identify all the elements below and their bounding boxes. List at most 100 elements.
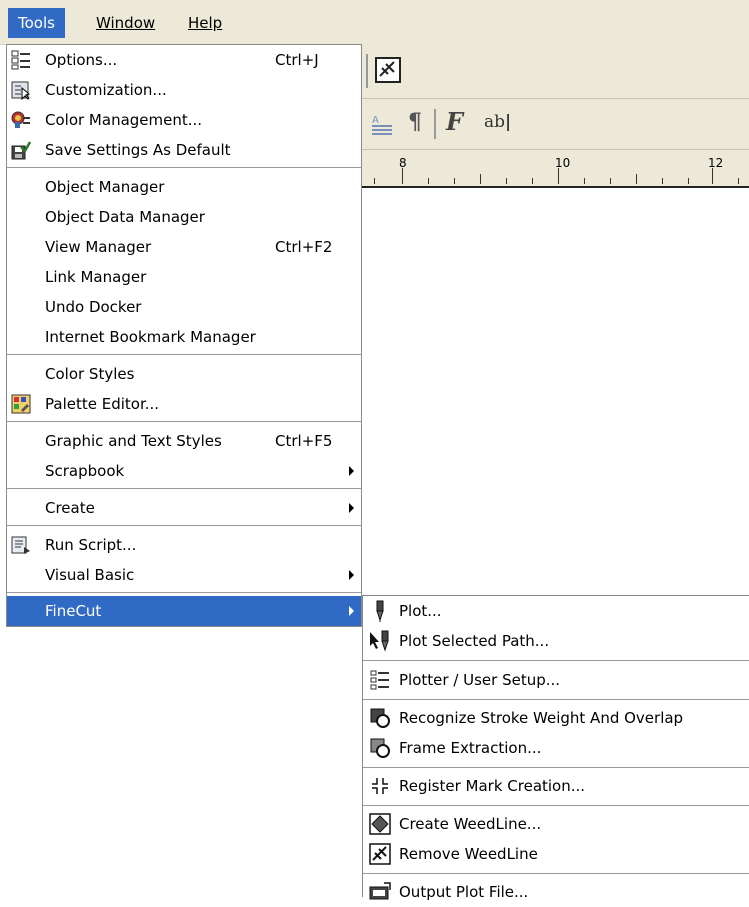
menu-item-create[interactable]: Create <box>7 493 361 523</box>
menu-item-link-manager[interactable]: Link Manager <box>7 262 361 292</box>
menu-item-label: Visual Basic <box>45 566 135 584</box>
submenu-item-remove-weedline[interactable]: Remove WeedLine <box>363 839 749 869</box>
submenu-item-plotter-setup[interactable]: Plotter / User Setup... <box>363 665 749 695</box>
menu-item-undo-docker[interactable]: Undo Docker <box>7 292 361 322</box>
toolbar-top <box>362 44 749 99</box>
menu-item-label: Link Manager <box>45 268 147 286</box>
menu-item-label: Options... <box>45 51 118 69</box>
submenu-item-label: Plotter / User Setup... <box>399 671 561 689</box>
tools-menu: Options... Ctrl+J Customization... Color… <box>6 44 362 627</box>
frame-extraction-icon <box>370 738 390 758</box>
submenu-item-label: Plot... <box>399 602 442 620</box>
menu-item-object-manager[interactable]: Object Manager <box>7 172 361 202</box>
menu-item-label: Create <box>45 499 95 517</box>
menu-item-color-management[interactable]: Color Management... <box>7 105 361 135</box>
paragraph-icon[interactable]: ¶ <box>408 109 422 135</box>
submenu-item-label: Frame Extraction... <box>399 739 542 757</box>
menu-help[interactable]: Help <box>178 8 232 38</box>
recognize-stroke-icon <box>370 708 390 728</box>
submenu-item-recognize-stroke[interactable]: Recognize Stroke Weight And Overlap <box>363 703 749 733</box>
menu-item-label: Object Data Manager <box>45 208 205 226</box>
text-style-icon[interactable]: ab| <box>484 112 511 132</box>
menu-item-options[interactable]: Options... Ctrl+J <box>7 45 361 75</box>
toolbar-text: A ¶ F ab| <box>362 99 749 150</box>
menu-separator <box>363 805 749 806</box>
font-icon[interactable]: F <box>446 107 463 136</box>
submenu-arrow-icon <box>349 570 354 580</box>
menu-separator <box>7 354 361 355</box>
menu-item-finecut[interactable]: FineCut <box>7 596 361 626</box>
menu-separator <box>363 699 749 700</box>
align-text-icon[interactable]: A <box>370 113 394 135</box>
register-mark-icon <box>372 778 388 794</box>
menu-item-shortcut: Ctrl+F2 <box>275 238 333 256</box>
create-weedline-icon <box>369 813 391 835</box>
submenu-item-label: Output Plot File... <box>399 883 529 901</box>
menu-item-label: Object Manager <box>45 178 165 196</box>
color-management-icon <box>11 111 30 128</box>
menu-item-label: Customization... <box>45 81 167 99</box>
palette-editor-icon <box>11 394 31 414</box>
options-icon <box>11 50 30 70</box>
menu-separator <box>7 525 361 526</box>
menu-item-palette-editor[interactable]: Palette Editor... <box>7 389 361 419</box>
submenu-item-label: Remove WeedLine <box>399 845 538 863</box>
submenu-item-plot[interactable]: Plot... <box>363 596 749 626</box>
menu-separator <box>7 167 361 168</box>
submenu-arrow-icon <box>349 606 354 616</box>
save-settings-icon <box>11 141 31 160</box>
plotter-setup-icon <box>370 670 389 690</box>
menu-item-run-script[interactable]: Run Script... <box>7 530 361 560</box>
menu-separator <box>363 767 749 768</box>
menu-item-color-styles[interactable]: Color Styles <box>7 359 361 389</box>
menu-item-label: Run Script... <box>45 536 137 554</box>
submenu-item-label: Register Mark Creation... <box>399 777 586 795</box>
text-style-label: ab <box>484 112 506 132</box>
submenu-item-create-weedline[interactable]: Create WeedLine... <box>363 809 749 839</box>
submenu-item-plot-selected-path[interactable]: Plot Selected Path... <box>363 626 749 656</box>
menu-item-label: Palette Editor... <box>45 395 160 413</box>
menu-item-label: Save Settings As Default <box>45 141 231 159</box>
menu-item-shortcut: Ctrl+J <box>275 51 319 69</box>
submenu-item-frame-extraction[interactable]: Frame Extraction... <box>363 733 749 763</box>
submenu-arrow-icon <box>349 503 354 513</box>
submenu-item-label: Recognize Stroke Weight And Overlap <box>399 709 684 727</box>
menu-item-view-manager[interactable]: View Manager Ctrl+F2 <box>7 232 361 262</box>
menu-item-label: Color Styles <box>45 365 135 383</box>
menu-window[interactable]: Window <box>86 8 165 38</box>
submenu-item-label: Plot Selected Path... <box>399 632 550 650</box>
menu-item-label: FineCut <box>45 602 102 620</box>
menu-item-label: Undo Docker <box>45 298 142 316</box>
remove-weedline-icon <box>369 843 391 865</box>
toolbar-separator <box>434 109 436 139</box>
plot-icon <box>376 600 384 622</box>
menu-item-save-settings[interactable]: Save Settings As Default <box>7 135 361 165</box>
menu-bar: Tools Window Help <box>0 0 749 45</box>
menu-item-object-data-manager[interactable]: Object Data Manager <box>7 202 361 232</box>
menu-item-customization[interactable]: Customization... <box>7 75 361 105</box>
output-plot-file-icon <box>369 882 391 900</box>
menu-tools[interactable]: Tools <box>8 8 65 38</box>
submenu-item-register-mark[interactable]: Register Mark Creation... <box>363 771 749 801</box>
submenu-item-label: Create WeedLine... <box>399 815 542 833</box>
weedline-toolbar-icon[interactable] <box>374 56 402 84</box>
run-script-icon <box>11 536 30 554</box>
horizontal-ruler: 8 10 12 <box>362 150 749 188</box>
menu-item-visual-basic[interactable]: Visual Basic <box>7 560 361 590</box>
menu-separator <box>7 488 361 489</box>
menu-separator <box>363 660 749 661</box>
menu-separator <box>7 421 361 422</box>
submenu-arrow-icon <box>349 466 354 476</box>
menu-item-shortcut: Ctrl+F5 <box>275 432 333 450</box>
submenu-item-output-plot-file[interactable]: Output Plot File... <box>363 877 749 907</box>
menu-item-scrapbook[interactable]: Scrapbook <box>7 456 361 486</box>
plot-selected-path-icon <box>370 630 389 652</box>
menu-item-label: Color Management... <box>45 111 203 129</box>
svg-text:A: A <box>372 115 379 126</box>
ruler-label: 12 <box>708 156 724 170</box>
menu-separator <box>363 873 749 874</box>
menu-item-graphic-text-styles[interactable]: Graphic and Text Styles Ctrl+F5 <box>7 426 361 456</box>
menu-separator <box>7 592 361 593</box>
menu-item-internet-bookmark-manager[interactable]: Internet Bookmark Manager <box>7 322 361 352</box>
finecut-submenu: Plot... Plot Selected Path... Plotter / … <box>362 595 749 901</box>
